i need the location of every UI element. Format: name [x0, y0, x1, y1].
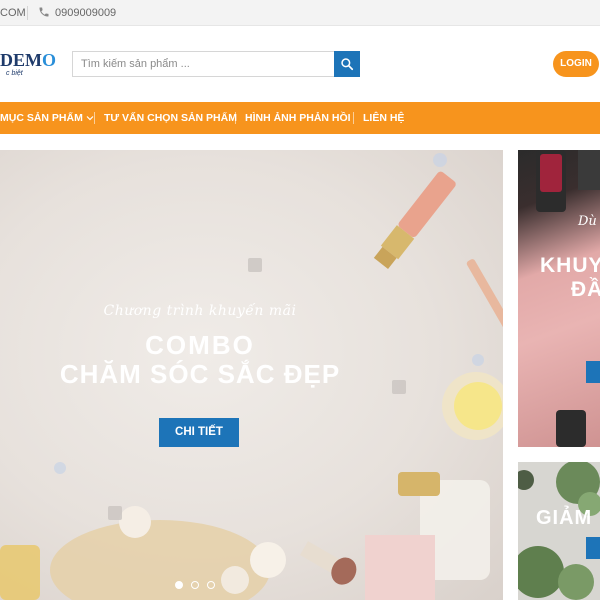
promo-banner-top[interactable]: Dù KHUY ĐẦ [518, 150, 600, 447]
hero-title-line2: CHĂM SÓC SẮC ĐẸP [59, 359, 341, 389]
nav-divider [235, 112, 236, 124]
hero-detail-button[interactable]: CHI TIẾT [159, 418, 239, 447]
login-button[interactable]: LOGIN [553, 51, 599, 77]
chevron-down-icon [86, 116, 94, 121]
hero-slider[interactable]: Chương trình khuyến mãi COMBO CHĂM SÓC S… [0, 150, 503, 600]
search-input[interactable] [73, 52, 333, 76]
logo-tagline: c biệt [6, 70, 23, 77]
top-bar: COM 0909009009 [0, 0, 600, 26]
nav-item-contact[interactable]: LIÊN HỆ [363, 102, 404, 134]
nav-item-feedback-gallery[interactable]: HÌNH ẢNH PHẢN HỒI [245, 102, 351, 134]
logo-text: DEMO [0, 50, 56, 71]
site-logo[interactable]: DEMO c biệt [0, 50, 60, 82]
hero-script-text: Chương trình khuyến mãi [103, 303, 297, 319]
search-icon [341, 58, 354, 71]
slider-dot[interactable] [207, 581, 215, 589]
logo-text-main: DEM [0, 50, 42, 70]
nav-item-products[interactable]: MỤC SẢN PHẨM [0, 102, 94, 134]
promo-banner-button[interactable] [586, 361, 600, 383]
nav-item-label: MỤC SẢN PHẨM [0, 112, 83, 124]
topbar-divider [27, 6, 28, 20]
slider-dot[interactable] [191, 581, 199, 589]
promo-banner-title-line2: ĐẦ [571, 278, 600, 301]
nav-divider [353, 112, 354, 124]
main-nav: MỤC SẢN PHẨM TƯ VẤN CHỌN SẢN PHẨM HÌNH Ả… [0, 102, 600, 134]
promo-banner-title: GIẢM [536, 507, 593, 529]
promo-banner-bottom[interactable]: GIẢM [518, 462, 600, 600]
phone-icon [38, 6, 50, 18]
nav-item-consulting[interactable]: TƯ VẤN CHỌN SẢN PHẨM [104, 102, 237, 134]
promo-banner-title-line1: KHUY [540, 254, 600, 277]
search-button[interactable] [334, 51, 360, 77]
succulent-image [518, 462, 600, 600]
contact-phone[interactable]: 0909009009 [55, 7, 116, 19]
promo-banner-script: Dù [578, 214, 597, 229]
nav-divider [94, 112, 95, 124]
search-box [72, 51, 360, 77]
promo-banner-button[interactable] [586, 537, 600, 559]
logo-text-o: O [42, 50, 57, 70]
contact-email[interactable]: COM [0, 7, 26, 19]
hero-title-line1: COMBO [145, 330, 255, 360]
slider-dot-active[interactable] [175, 581, 183, 589]
